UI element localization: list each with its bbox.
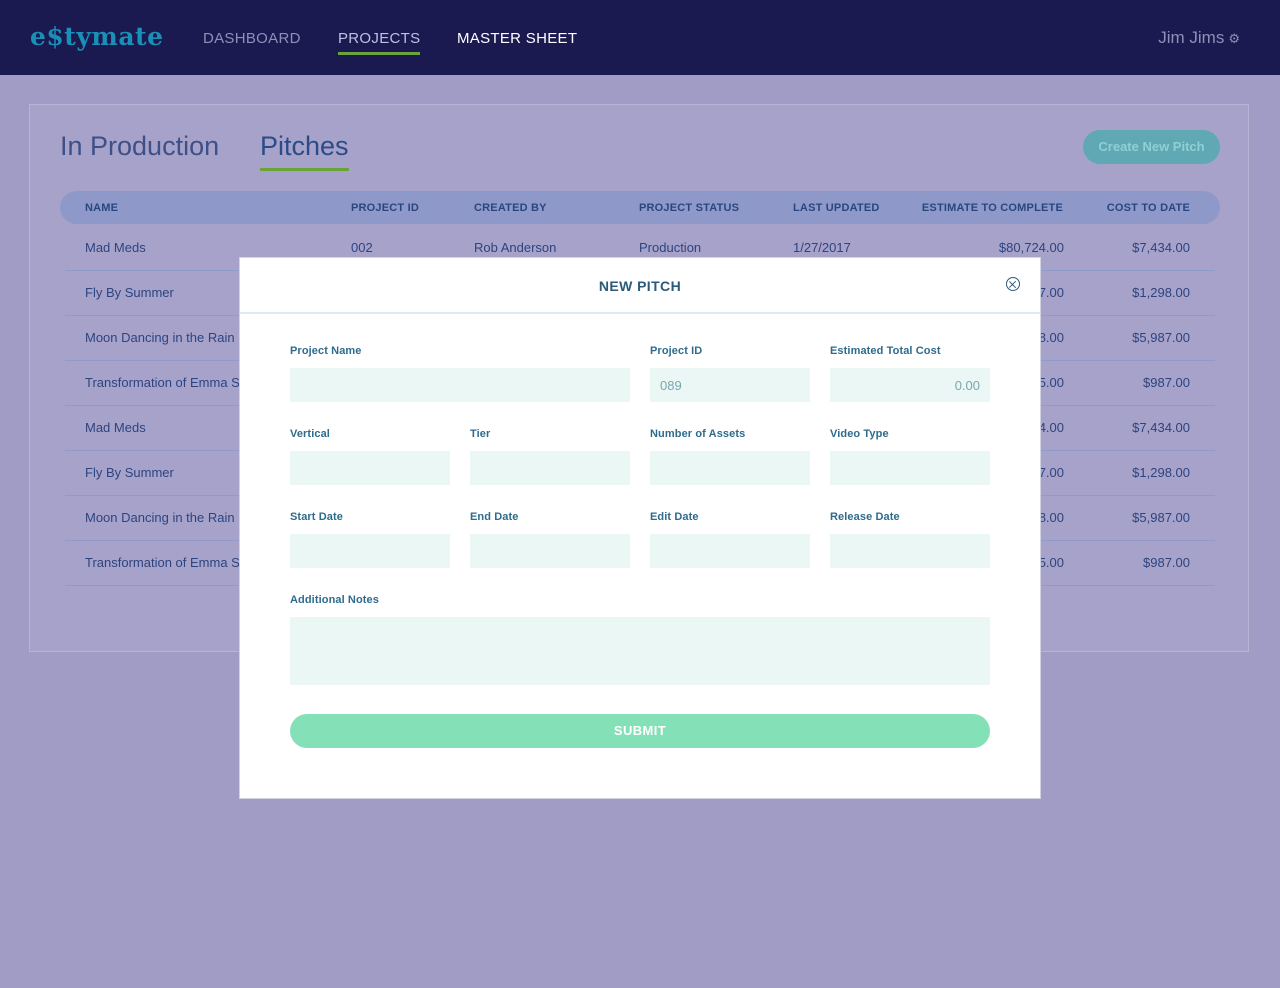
tab-active-underline: [260, 168, 349, 171]
nav-active-underline: [338, 52, 421, 55]
column-header-project-id[interactable]: PROJECT ID: [351, 202, 419, 214]
nav-dashboard[interactable]: DASHBOARD: [203, 30, 301, 47]
user-name: Jim Jims: [1158, 28, 1225, 47]
end-date-input[interactable]: [470, 534, 630, 568]
cell-name: Fly By Summer: [85, 465, 174, 480]
project-name-input[interactable]: [290, 368, 630, 402]
cell-estimate: $80,724.00: [998, 240, 1064, 255]
nav-master-sheet[interactable]: MASTER SHEET: [457, 30, 577, 47]
additional-notes-label: Additional Notes: [290, 594, 379, 606]
project-id-label: Project ID: [650, 345, 703, 357]
cell-project-id: 002: [351, 240, 373, 255]
submit-button[interactable]: SUBMIT: [290, 714, 990, 748]
cell-cost: $1,298.00: [1132, 285, 1190, 300]
start-date-input[interactable]: [290, 534, 450, 568]
video-type-label: Video Type: [830, 428, 889, 440]
tier-label: Tier: [470, 428, 491, 440]
close-icon[interactable]: [1006, 277, 1020, 291]
cell-project-status: Production: [639, 240, 702, 255]
column-header-estimate-to-complete[interactable]: ESTIMATE TO COMPLETE: [922, 202, 1063, 214]
estimated-total-cost-label: Estimated Total Cost: [830, 345, 941, 357]
cell-estimate: 8.00: [1038, 330, 1064, 345]
number-of-assets-input[interactable]: [650, 451, 810, 485]
create-new-pitch-button[interactable]: Create New Pitch: [1083, 130, 1220, 164]
edit-date-input[interactable]: [650, 534, 810, 568]
release-date-label: Release Date: [830, 511, 900, 523]
cell-cost: $7,434.00: [1132, 240, 1190, 255]
video-type-input[interactable]: [830, 451, 990, 485]
cell-cost: $987.00: [1143, 555, 1190, 570]
cell-estimate: 5.00: [1038, 375, 1064, 390]
edit-date-label: Edit Date: [650, 511, 699, 523]
tab-pitches[interactable]: Pitches: [260, 131, 349, 171]
top-navbar: e$tymate DASHBOARD PROJECTS MASTER SHEET…: [0, 0, 1280, 75]
column-header-project-status[interactable]: PROJECT STATUS: [639, 202, 739, 214]
tab-pitches-label: Pitches: [260, 131, 349, 161]
cell-name: Moon Dancing in the Rain: [85, 510, 235, 525]
cell-estimate: 5.00: [1038, 555, 1064, 570]
modal-title: NEW PITCH: [598, 278, 682, 294]
tier-input[interactable]: [470, 451, 630, 485]
cell-cost: $5,987.00: [1132, 510, 1190, 525]
project-id-input[interactable]: [650, 368, 810, 402]
cell-name: Fly By Summer: [85, 285, 174, 300]
column-header-last-updated[interactable]: LAST UPDATED: [793, 202, 880, 214]
vertical-input[interactable]: [290, 451, 450, 485]
cell-cost: $7,434.00: [1132, 420, 1190, 435]
cell-estimate: 8.00: [1038, 510, 1064, 525]
cell-cost: $1,298.00: [1132, 465, 1190, 480]
cell-name: Transformation of Emma S: [85, 375, 240, 390]
tab-in-production[interactable]: In Production: [60, 131, 219, 162]
cell-name: Mad Meds: [85, 420, 146, 435]
new-pitch-modal: NEW PITCH Project Name Project ID Estima…: [239, 257, 1041, 799]
vertical-label: Vertical: [290, 428, 330, 440]
cell-name: Moon Dancing in the Rain: [85, 330, 235, 345]
app-logo[interactable]: e$tymate: [30, 22, 163, 51]
column-header-name[interactable]: NAME: [85, 202, 118, 214]
nav-projects-label: PROJECTS: [338, 30, 421, 47]
nav-projects[interactable]: PROJECTS: [338, 30, 421, 55]
project-name-label: Project Name: [290, 345, 362, 357]
column-header-created-by[interactable]: CREATED BY: [474, 202, 547, 214]
column-header-cost-to-date[interactable]: COST TO DATE: [1107, 202, 1190, 214]
start-date-label: Start Date: [290, 511, 343, 523]
additional-notes-textarea[interactable]: [290, 617, 990, 685]
end-date-label: End Date: [470, 511, 519, 523]
cell-last-updated: 1/27/2017: [793, 240, 851, 255]
number-of-assets-label: Number of Assets: [650, 428, 746, 440]
gear-icon: ⚙: [1228, 31, 1240, 46]
cell-estimate: 4.00: [1038, 420, 1064, 435]
modal-header: NEW PITCH: [240, 258, 1040, 314]
cell-cost: $5,987.00: [1132, 330, 1190, 345]
cell-cost: $987.00: [1143, 375, 1190, 390]
release-date-input[interactable]: [830, 534, 990, 568]
cell-name: Mad Meds: [85, 240, 146, 255]
cell-estimate: 7.00: [1038, 465, 1064, 480]
estimated-total-cost-input[interactable]: [830, 368, 990, 402]
user-menu[interactable]: Jim Jims ⚙: [1158, 28, 1240, 48]
table-header: NAME PROJECT ID CREATED BY PROJECT STATU…: [60, 191, 1220, 224]
cell-estimate: 7.00: [1038, 285, 1064, 300]
cell-created-by: Rob Anderson: [474, 240, 557, 255]
cell-name: Transformation of Emma S: [85, 555, 240, 570]
